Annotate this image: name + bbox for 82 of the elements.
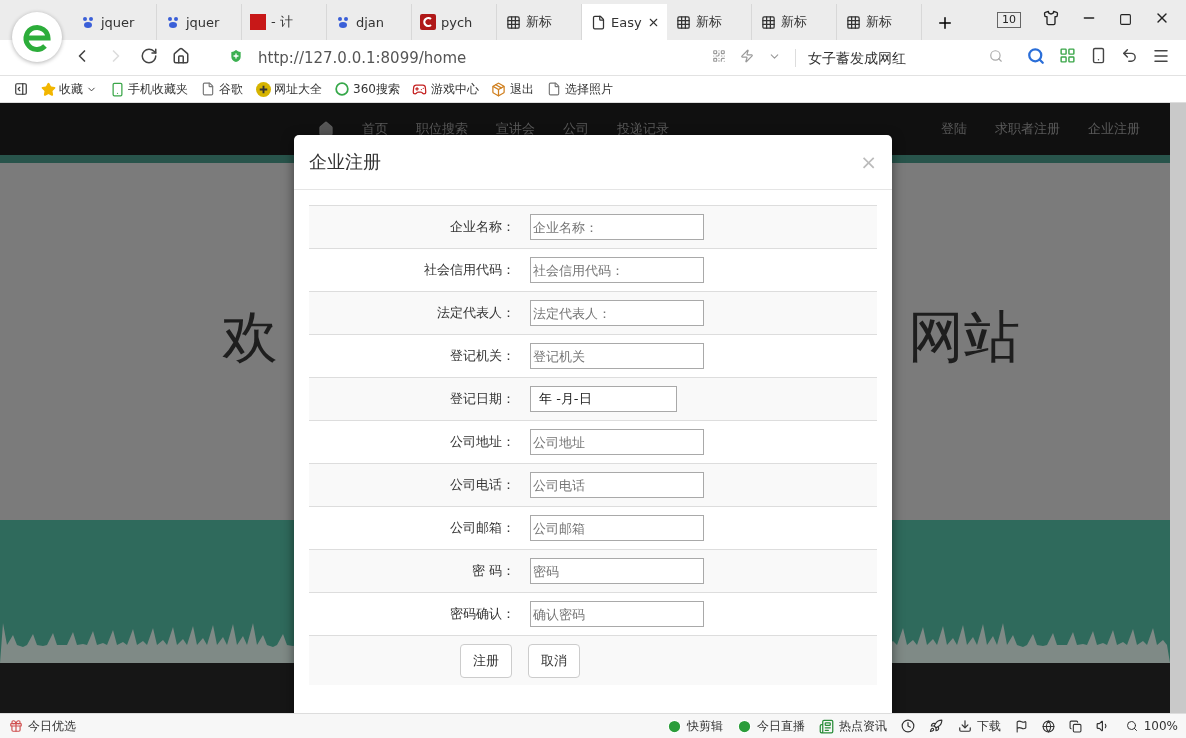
dialog-button[interactable]: 取消 xyxy=(528,643,580,678)
paw-icon xyxy=(165,14,181,30)
input-field[interactable]: 确认密码 xyxy=(530,601,704,627)
status-link[interactable]: 下载 xyxy=(956,717,1001,735)
box-icon xyxy=(490,81,507,97)
grid-icon xyxy=(505,14,521,30)
status-link[interactable]: 热点资讯 xyxy=(818,717,887,735)
browser-logo[interactable] xyxy=(12,12,62,62)
dialog-title: 企业注册 xyxy=(309,150,381,174)
clock-icon[interactable] xyxy=(900,719,915,733)
hero-title: 欢 xyxy=(222,302,278,371)
tab-favicon xyxy=(250,14,266,30)
grid-icon xyxy=(675,14,691,30)
bookmark-link[interactable]: 退出 xyxy=(490,80,534,98)
browser-tab[interactable]: - 计 xyxy=(242,4,327,40)
news-icon xyxy=(818,718,835,734)
bookmark-link[interactable]: 手机收藏夹 xyxy=(109,80,188,98)
browser-tab[interactable]: Easy xyxy=(582,4,667,40)
paw-icon xyxy=(335,14,351,30)
field-label: 密码确认： xyxy=(450,605,515,623)
input-field[interactable]: 公司地址 xyxy=(530,429,704,455)
paw-icon xyxy=(80,14,96,30)
input-field[interactable]: 法定代表人： xyxy=(530,300,704,326)
play-icon xyxy=(736,718,753,734)
window-icon[interactable] xyxy=(1068,719,1082,733)
grid-icon xyxy=(845,14,861,30)
play-icon xyxy=(666,718,683,734)
field-label: 公司邮箱： xyxy=(450,519,515,537)
flag-icon[interactable] xyxy=(1014,719,1028,733)
input-field[interactable]: 企业名称： xyxy=(530,214,704,240)
status-link[interactable]: 快剪辑 xyxy=(666,717,723,735)
dialog-button[interactable]: 注册 xyxy=(460,643,512,678)
zoom-level[interactable]: 100% xyxy=(1123,718,1178,734)
browser-tab[interactable]: 新标 xyxy=(837,4,922,40)
scrollbar[interactable] xyxy=(1170,103,1186,713)
game-icon xyxy=(411,81,428,97)
field-label: 登记日期： xyxy=(450,390,515,408)
hero-title: 网站 xyxy=(908,302,1020,371)
browser-tab[interactable]: djan xyxy=(327,4,412,40)
bookmark-link[interactable]: 360搜索 xyxy=(334,80,400,98)
ring-icon xyxy=(334,81,350,97)
rocket-icon[interactable] xyxy=(928,719,943,733)
c-letter-icon xyxy=(420,14,436,30)
field-label: 法定代表人： xyxy=(437,304,515,322)
phone-icon xyxy=(109,81,125,97)
browser-tab[interactable]: pych xyxy=(412,4,497,40)
plus-circle-icon xyxy=(255,81,271,97)
download-icon xyxy=(956,718,973,734)
bookmark-link[interactable]: 网址大全 xyxy=(255,80,322,98)
field-label: 公司地址： xyxy=(450,433,515,451)
field-label: 密 码： xyxy=(471,562,515,580)
field-label: 公司电话： xyxy=(450,476,515,494)
field-label: 企业名称： xyxy=(450,218,515,236)
gift-icon xyxy=(8,718,24,734)
date-field[interactable]: 年 -月-日 xyxy=(530,386,677,412)
browser-tab[interactable]: jquer xyxy=(157,4,242,40)
field-label: 社会信用代码： xyxy=(424,261,515,279)
new-tab-icon[interactable] xyxy=(936,14,954,32)
star-icon xyxy=(40,81,56,97)
tab-count[interactable]: 10 xyxy=(997,12,1021,28)
field-label: 登记机关： xyxy=(450,347,515,365)
bookmark-link[interactable]: 游戏中心 xyxy=(411,80,479,98)
input-field[interactable]: 登记机关 xyxy=(530,343,704,369)
page-icon xyxy=(200,81,216,97)
browser-tab[interactable]: 新标 xyxy=(667,4,752,40)
home-icon[interactable] xyxy=(318,121,334,137)
status-link[interactable]: 今日优选 xyxy=(8,717,76,735)
browser-tab[interactable]: 新标 xyxy=(752,4,837,40)
page-icon xyxy=(590,14,606,30)
input-field[interactable]: 公司电话 xyxy=(530,472,704,498)
input-field[interactable]: 社会信用代码： xyxy=(530,257,704,283)
browser-tab[interactable]: jquer xyxy=(72,4,157,40)
input-field[interactable]: 密码 xyxy=(530,558,704,584)
bookmark-link[interactable]: 谷歌 xyxy=(200,80,243,98)
bookmark-link[interactable]: 选择照片 xyxy=(545,80,613,98)
sidebar-toggle-icon[interactable] xyxy=(14,82,28,96)
globe-icon[interactable] xyxy=(1041,719,1055,733)
url-text[interactable]: http://127.0.0.1:8099/home xyxy=(258,48,698,67)
bookmark-link[interactable]: 收藏 xyxy=(40,80,97,98)
input-field[interactable]: 公司邮箱 xyxy=(530,515,704,541)
grid-icon xyxy=(760,14,776,30)
status-link[interactable]: 今日直播 xyxy=(736,717,805,735)
